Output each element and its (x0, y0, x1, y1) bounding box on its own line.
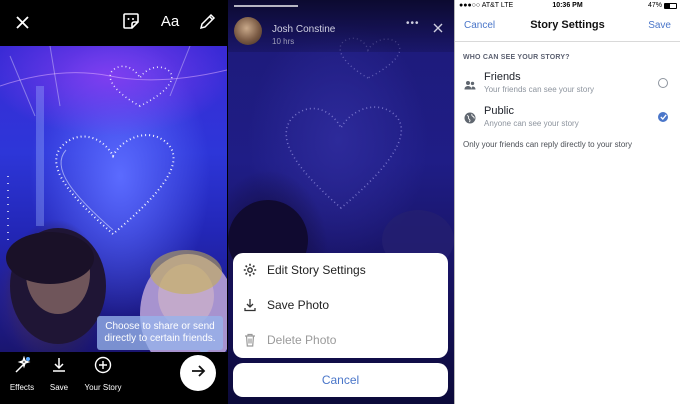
story-settings-panel: ●●●○○ AT&T LTE 10:36 PM 47% Cancel Story… (455, 0, 680, 404)
story-editor-panel: Aa Choose to share or send directly to c… (0, 0, 227, 404)
download-icon (233, 298, 267, 312)
download-icon (50, 356, 68, 379)
save-photo-label: Save Photo (267, 298, 330, 312)
editor-top-bar: Aa (0, 0, 227, 46)
magic-wand-icon (13, 355, 31, 379)
radio-public-selected[interactable] (658, 112, 668, 122)
text-tool-button[interactable]: Aa (157, 10, 183, 32)
user-name[interactable]: Josh Constine (272, 24, 335, 35)
delete-photo-label: Delete Photo (267, 333, 337, 347)
clock-text: 10:36 PM (552, 2, 583, 9)
save-label: Save (49, 383, 69, 392)
avatar[interactable] (234, 17, 262, 45)
option-subtitle: Anyone can see your story (484, 119, 579, 128)
send-button[interactable] (180, 355, 216, 391)
reply-note: Only your friends can reply directly to … (463, 140, 632, 149)
battery-icon (664, 3, 677, 9)
sticker-icon[interactable] (120, 10, 142, 32)
trash-icon (233, 333, 267, 347)
save-button[interactable]: Save (648, 20, 671, 31)
edit-story-settings-option[interactable]: Edit Story Settings (233, 253, 448, 287)
story-progress-bar (234, 5, 298, 7)
cancel-button[interactable]: Cancel (233, 363, 448, 397)
viewer-header: Josh Constine 10 hrs ••• (228, 0, 454, 52)
status-bar: ●●●○○ AT&T LTE 10:36 PM 47% (455, 0, 680, 12)
friends-icon (464, 77, 476, 90)
your-story-label: Your Story (84, 383, 122, 392)
action-sheet: Edit Story Settings Save Photo Delete Ph… (233, 253, 448, 358)
delete-photo-option[interactable]: Delete Photo (233, 323, 448, 357)
battery-text: 47% (647, 2, 662, 9)
save-photo-option[interactable]: Save Photo (233, 288, 448, 322)
option-subtitle: Your friends can see your story (484, 85, 594, 94)
gear-icon (233, 263, 267, 277)
your-story-button[interactable]: Your Story (81, 356, 125, 392)
story-viewer-panel: Josh Constine 10 hrs ••• Edit Story Sett… (228, 0, 454, 404)
globe-icon (464, 111, 476, 124)
effects-label: Effects (9, 383, 35, 392)
add-circle-icon (94, 356, 112, 379)
radio-friends[interactable] (658, 78, 668, 88)
pencil-icon[interactable] (196, 10, 218, 32)
more-options-icon[interactable]: ••• (406, 18, 420, 29)
close-icon[interactable] (433, 20, 443, 38)
page-title: Story Settings (530, 19, 605, 31)
close-icon[interactable] (12, 12, 32, 32)
share-tooltip: Choose to share or send directly to cert… (97, 316, 223, 355)
edit-story-settings-label: Edit Story Settings (267, 263, 366, 277)
story-photo (0, 46, 227, 352)
checkmark-icon (659, 114, 667, 120)
section-header: WHO CAN SEE YOUR STORY? (463, 54, 570, 61)
audience-option-public[interactable]: Public Anyone can see your story (455, 104, 680, 136)
post-time: 10 hrs (272, 37, 295, 46)
option-title: Public (484, 105, 514, 117)
save-button[interactable]: Save (37, 356, 81, 392)
audience-option-friends[interactable]: Friends Your friends can see your story (455, 70, 680, 102)
nav-bar: Cancel Story Settings Save (455, 12, 680, 42)
photo-lights-illustration (0, 46, 227, 352)
option-title: Friends (484, 71, 521, 83)
arrow-right-icon (190, 363, 206, 384)
